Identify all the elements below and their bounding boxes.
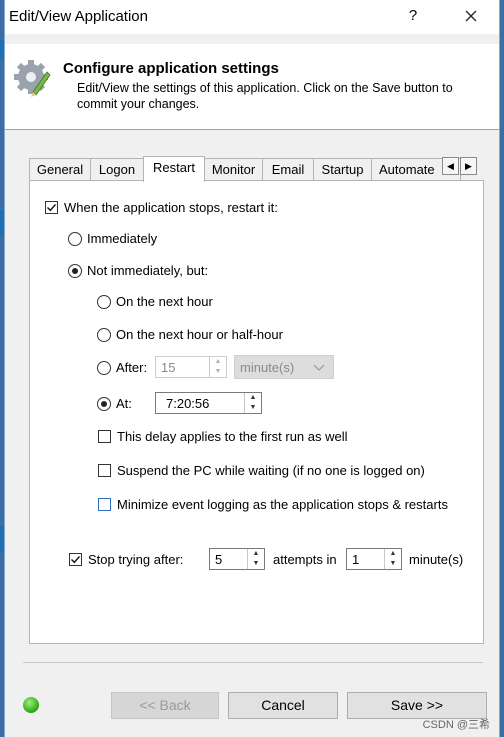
- edit-view-application-dialog: Edit/View Application ? Configure applic…: [4, 0, 500, 737]
- immediately-label: Immediately: [87, 231, 158, 246]
- restart-when-stops-checkbox[interactable]: [45, 201, 58, 214]
- after-unit-value: minute(s): [240, 360, 295, 375]
- save-button[interactable]: Save >>: [347, 692, 487, 719]
- next-hour-label: On the next hour: [116, 294, 213, 309]
- status-indicator-icon: [23, 697, 39, 713]
- spin-up-icon[interactable]: ▲: [245, 393, 261, 403]
- stop-trying-label: Stop trying after:: [88, 552, 184, 567]
- immediately-radio[interactable]: [68, 231, 82, 246]
- after-value-spinner[interactable]: 15 ▲ ▼: [155, 356, 227, 378]
- tab-monitor[interactable]: Monitor: [204, 158, 263, 180]
- immediately-option[interactable]: Immediately: [68, 231, 157, 246]
- suspend-pc-label: Suspend the PC while waiting (if no one …: [117, 463, 425, 478]
- minutes-value: 1: [352, 552, 360, 567]
- footer-divider: [23, 662, 483, 663]
- next-half-hour-label: On the next hour or half-hour: [116, 327, 283, 342]
- tab-restart[interactable]: Restart: [143, 156, 205, 182]
- close-button[interactable]: [459, 4, 483, 28]
- tab-scroll-left-button[interactable]: ◀: [442, 157, 459, 175]
- minimize-logging-label: Minimize event logging as the applicatio…: [117, 497, 448, 512]
- close-icon: [465, 10, 477, 22]
- minutes-spinner[interactable]: 1 ▲ ▼: [346, 548, 402, 570]
- spin-down-icon[interactable]: ▼: [248, 559, 264, 569]
- watermark-text: CSDN @三希: [422, 719, 490, 731]
- header-banner: Configure application settings Edit/View…: [5, 44, 499, 130]
- tab-general[interactable]: General: [29, 158, 91, 180]
- checkmark-icon: [47, 204, 57, 212]
- stop-trying-checkbox[interactable]: [69, 553, 82, 566]
- spin-up-icon[interactable]: ▲: [248, 549, 264, 559]
- next-half-hour-radio[interactable]: [97, 327, 111, 342]
- after-label: After:: [116, 360, 148, 375]
- minutes-unit-label: minute(s): [409, 552, 464, 567]
- checkmark-icon: [71, 556, 81, 564]
- attempts-value: 5: [215, 552, 223, 567]
- first-run-option[interactable]: This delay applies to the first run as w…: [98, 429, 348, 444]
- tab-email[interactable]: Email: [262, 158, 314, 180]
- after-unit-dropdown[interactable]: minute(s): [234, 355, 334, 379]
- arrow-right-icon: ▶: [465, 161, 472, 171]
- at-time-spinner[interactable]: 7:20:56 ▲ ▼: [155, 392, 262, 414]
- spin-down-icon[interactable]: ▼: [245, 403, 261, 413]
- next-hour-option[interactable]: On the next hour: [97, 294, 213, 309]
- after-value: 15: [161, 360, 176, 375]
- tab-startup[interactable]: Startup: [313, 158, 372, 180]
- suspend-pc-option[interactable]: Suspend the PC while waiting (if no one …: [98, 463, 425, 478]
- header-description: Edit/View the settings of this applicati…: [77, 81, 453, 111]
- at-time-value: 7:20:56: [166, 396, 210, 411]
- attempts-spinner[interactable]: 5 ▲ ▼: [209, 548, 265, 570]
- spin-down-icon[interactable]: ▼: [210, 367, 226, 377]
- radio-selected-dot: [101, 400, 107, 407]
- spin-down-icon[interactable]: ▼: [385, 559, 401, 569]
- minimize-logging-option[interactable]: Minimize event logging as the applicatio…: [98, 497, 448, 512]
- help-button[interactable]: ?: [403, 7, 423, 24]
- first-run-checkbox[interactable]: [98, 430, 111, 443]
- next-half-hour-option[interactable]: On the next hour or half-hour: [97, 327, 283, 342]
- after-radio[interactable]: [97, 360, 111, 375]
- window-title: Edit/View Application: [9, 8, 148, 25]
- spin-up-icon[interactable]: ▲: [210, 357, 226, 367]
- suspend-pc-checkbox[interactable]: [98, 464, 111, 477]
- gear-pencil-icon: [14, 60, 51, 97]
- at-radio[interactable]: [97, 396, 111, 411]
- stop-trying-option[interactable]: Stop trying after:: [69, 552, 183, 567]
- minimize-logging-checkbox[interactable]: [98, 498, 111, 511]
- spin-up-icon[interactable]: ▲: [385, 549, 401, 559]
- restart-when-stops-option[interactable]: When the application stops, restart it:: [45, 200, 278, 215]
- next-hour-radio[interactable]: [97, 294, 111, 309]
- title-bar: Edit/View Application ?: [5, 0, 499, 34]
- tab-scroll-right-button[interactable]: ▶: [460, 157, 477, 175]
- restart-when-stops-label: When the application stops, restart it:: [64, 200, 278, 215]
- header-title: Configure application settings: [63, 60, 279, 77]
- not-immediately-radio[interactable]: [68, 263, 82, 278]
- attempts-in-label: attempts in: [273, 552, 337, 567]
- at-label: At:: [116, 396, 132, 411]
- chevron-down-icon: [313, 364, 325, 371]
- restart-tab-panel: When the application stops, restart it: …: [29, 180, 484, 644]
- arrow-left-icon: ◀: [447, 161, 454, 171]
- first-run-label: This delay applies to the first run as w…: [117, 429, 348, 444]
- tab-logon[interactable]: Logon: [90, 158, 144, 180]
- radio-selected-dot: [72, 267, 78, 274]
- back-button[interactable]: << Back: [111, 692, 219, 719]
- tab-strip: General Logon Restart Monitor Email Star…: [29, 156, 463, 182]
- after-option[interactable]: After:: [97, 360, 147, 375]
- not-immediately-option[interactable]: Not immediately, but:: [68, 263, 208, 278]
- not-immediately-label: Not immediately, but:: [87, 263, 209, 278]
- at-option[interactable]: At:: [97, 396, 132, 411]
- cancel-button[interactable]: Cancel: [228, 692, 338, 719]
